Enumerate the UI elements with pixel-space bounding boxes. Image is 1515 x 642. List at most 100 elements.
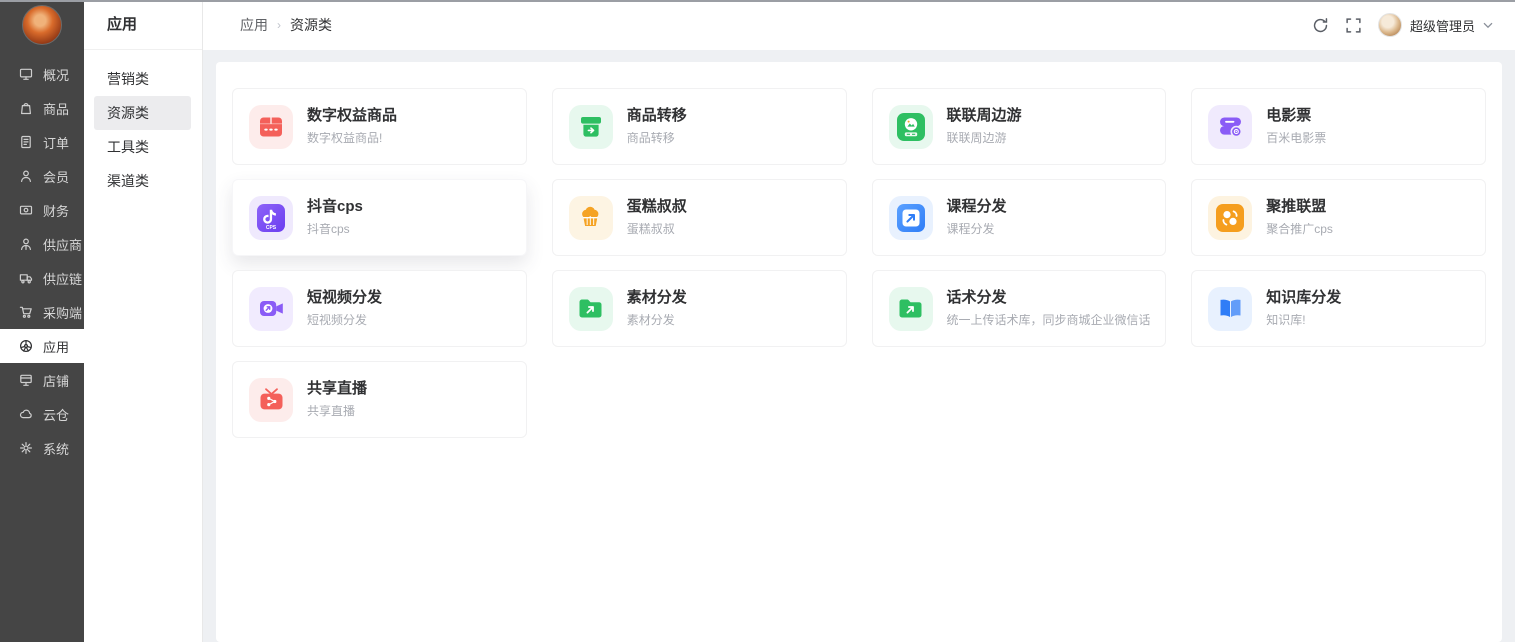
system-icon <box>19 441 33 455</box>
sidebar-item-label: 订单 <box>43 135 70 151</box>
main-area: 应用 › 资源类 超级管理员 数字权益商品 数字权益商品! 商品转移 商品转移 … <box>203 0 1515 642</box>
app-card-desc: 知识库! <box>1266 313 1306 327</box>
app-card-material-dist[interactable]: 素材分发 素材分发 <box>551 270 847 347</box>
app-card-digital-rights[interactable]: 数字权益商品数字权益商品! <box>232 88 527 165</box>
category-item-channel[interactable]: 渠道类 <box>94 164 191 198</box>
app-card-shared-live[interactable]: 共享直播 共享直播 <box>232 361 527 438</box>
cake-uncle-icon <box>568 195 613 240</box>
sidebar-item-label: 店铺 <box>43 373 70 389</box>
jutui-alliance-icon <box>1208 195 1253 240</box>
app-card-short-video-dist[interactable]: 短视频分发 短视频分发 <box>232 270 527 347</box>
douyin-cps-icon: CPS <box>249 195 293 240</box>
app-card-title: 聚推联盟 <box>1266 198 1327 216</box>
app-card-desc: 抖音cps <box>307 222 350 236</box>
supplier-icon <box>19 237 33 251</box>
sidebar-item-system[interactable]: 系统 <box>0 431 84 465</box>
sidebar-item-overview[interactable]: 概况 <box>0 57 84 91</box>
sidebar-item-label: 采购端 <box>43 305 83 321</box>
app-card-desc: 统一上传话术库，同步商城企业微信话术库 <box>946 313 1152 327</box>
brand-logo[interactable] <box>22 5 62 45</box>
app-card-goods-transfer[interactable]: 商品转移 商品转移 <box>551 88 847 165</box>
app-card-course-dist[interactable]: 课程分发 课程分发 <box>871 179 1167 256</box>
sidebar-item-label: 会员 <box>43 169 70 185</box>
app-card-desc: 百米电影票 <box>1266 131 1327 145</box>
content-panel: 数字权益商品 数字权益商品! 商品转移 商品转移 联联周边游 联联周边游 电影票 百米电影票 C… <box>216 62 1502 642</box>
orders-icon <box>19 135 33 149</box>
short-video-dist-icon <box>249 286 293 331</box>
store-icon <box>19 373 33 387</box>
apps-icon <box>19 339 33 353</box>
app-card-lianlian-travel[interactable]: 联联周边游 联联周边游 <box>871 88 1167 165</box>
breadcrumb-item-apps[interactable]: 应用 <box>240 15 268 35</box>
app-card-desc: 短视频分发 <box>307 313 368 327</box>
sidebar-item-goods[interactable]: 商品 <box>0 91 84 125</box>
app-card-desc: 课程分发 <box>946 222 995 236</box>
secondary-nav: 营销类 资源类工具类渠道类 <box>84 50 202 198</box>
app-root: 概况 商品 订单 会员 财务 供应商 供应链 采购端 应用 店铺 云仓 系统 应用 营销类 资源类 工具类… <box>0 0 1515 642</box>
app-card-text: 知识库分发知识库! <box>1266 290 1341 327</box>
overview-icon <box>19 67 33 81</box>
app-card-title: 短视频分发 <box>307 289 383 307</box>
supply-chain-icon <box>19 271 33 285</box>
sidebar-item-cloud-warehouse[interactable]: 云仓 <box>0 397 84 431</box>
top-loading-bar <box>0 0 1515 2</box>
breadcrumb: 应用 › 资源类 <box>240 15 332 35</box>
category-item-marketing[interactable]: 营销类 <box>94 62 191 96</box>
sidebar-item-label: 商品 <box>43 101 70 117</box>
fullscreen-icon[interactable] <box>1345 17 1362 34</box>
app-card-text: 联联周边游 联联周边游 <box>947 108 1022 145</box>
app-card-movie-ticket[interactable]: 电影票 百米电影票 <box>1191 88 1486 165</box>
app-card-text: 素材分发 素材分发 <box>627 290 687 327</box>
sidebar-item-label: 供应链 <box>43 271 83 287</box>
sidebar-item-members[interactable]: 会员 <box>0 159 84 193</box>
sidebar-item-apps[interactable]: 应用 <box>0 329 84 363</box>
app-card-title: 共享直播 <box>307 380 368 398</box>
app-card-script-dist[interactable]: 话术分发统一上传话术库，同步商城企业微信话术库 <box>871 270 1167 347</box>
app-card-knowledge-dist[interactable]: 知识库分发知识库! <box>1191 270 1486 347</box>
secondary-sidebar: 应用 营销类 资源类工具类渠道类 <box>84 0 203 642</box>
digital-rights-icon <box>249 104 293 149</box>
knowledge-dist-icon <box>1208 286 1253 331</box>
refresh-icon[interactable] <box>1312 17 1329 34</box>
app-card-title: 知识库分发 <box>1266 289 1342 307</box>
script-dist-icon <box>888 286 933 331</box>
app-card-title: 联联周边游 <box>946 107 1022 125</box>
app-card-jutui-alliance[interactable]: 聚推联盟 聚合推广cps <box>1191 179 1486 256</box>
sidebar-item-label: 应用 <box>43 339 70 355</box>
app-card-title: 抖音cps <box>307 198 363 216</box>
sidebar-item-label: 财务 <box>43 203 70 219</box>
sidebar-item-orders[interactable]: 订单 <box>0 125 84 159</box>
app-card-douyin-cps[interactable]: CPS 抖音cps 抖音cps <box>232 179 527 256</box>
breadcrumb-separator-icon: › <box>277 18 281 32</box>
sidebar-item-supplier[interactable]: 供应商 <box>0 227 84 261</box>
sidebar-item-supply-chain[interactable]: 供应链 <box>0 261 84 295</box>
app-card-title: 数字权益商品 <box>307 107 398 125</box>
movie-ticket-icon <box>1208 104 1253 149</box>
user-avatar <box>1377 13 1402 37</box>
category-item-label: 渠道类 <box>107 173 149 189</box>
breadcrumb-item-resource: 资源类 <box>290 17 332 33</box>
app-card-text: 抖音cps 抖音cps <box>307 199 363 236</box>
category-item-tools[interactable]: 工具类 <box>94 130 191 164</box>
members-icon <box>19 169 33 183</box>
category-item-label: 工具类 <box>107 139 149 155</box>
app-card-text: 课程分发 课程分发 <box>947 199 1007 236</box>
sidebar-item-finance[interactable]: 财务 <box>0 193 84 227</box>
chevron-down-icon <box>1483 22 1493 29</box>
sidebar-item-store[interactable]: 店铺 <box>0 363 84 397</box>
secondary-sidebar-title: 应用 <box>84 0 202 50</box>
sidebar-item-procurement[interactable]: 采购端 <box>0 295 84 329</box>
app-card-title: 蛋糕叔叔 <box>626 198 687 216</box>
app-card-text: 数字权益商品数字权益商品! <box>307 108 397 145</box>
content-area: 数字权益商品 数字权益商品! 商品转移 商品转移 联联周边游 联联周边游 电影票 百米电影票 C… <box>203 50 1515 642</box>
app-card-desc: 数字权益商品! <box>307 131 383 145</box>
finance-icon <box>19 203 33 217</box>
category-item-resource[interactable]: 资源类 <box>94 96 191 130</box>
user-menu[interactable]: 超级管理员 <box>1377 13 1493 37</box>
top-header: 应用 › 资源类 超级管理员 <box>203 0 1515 50</box>
goods-icon <box>19 101 33 115</box>
app-card-cake-uncle[interactable]: 蛋糕叔叔 蛋糕叔叔 <box>551 179 847 256</box>
app-card-text: 短视频分发 短视频分发 <box>307 290 382 327</box>
app-card-title: 话术分发 <box>946 289 1007 307</box>
app-card-desc: 联联周边游 <box>946 131 1007 145</box>
